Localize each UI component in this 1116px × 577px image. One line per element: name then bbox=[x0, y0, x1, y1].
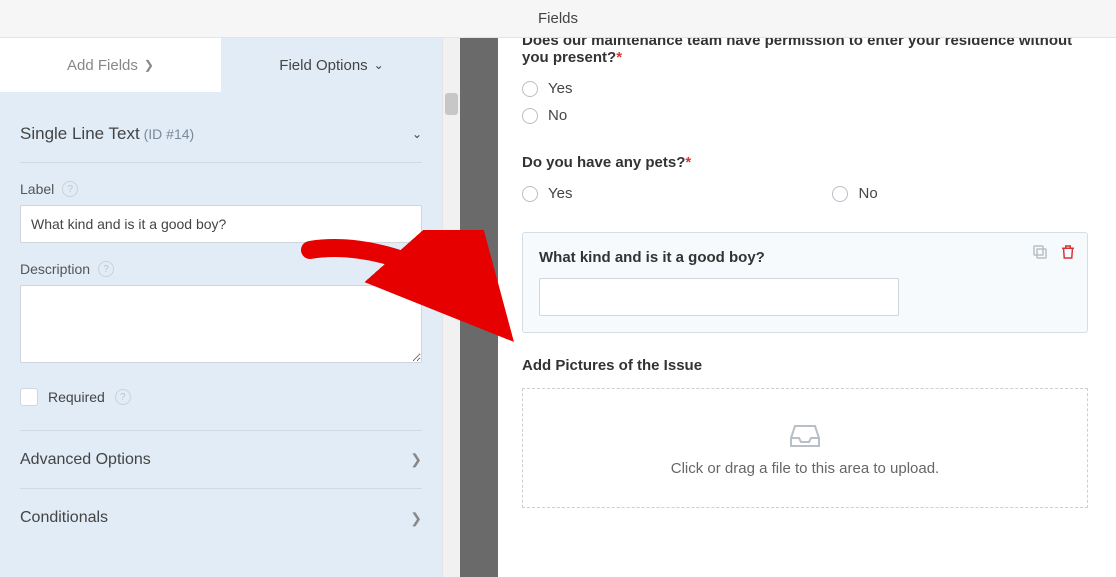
chevron-down-icon: ⌄ bbox=[374, 58, 384, 72]
selected-field-block[interactable]: What kind and is it a good boy? bbox=[522, 232, 1088, 333]
tab-add-fields[interactable]: Add Fields ❯ bbox=[0, 38, 221, 92]
chevron-right-icon: ❯ bbox=[144, 58, 154, 72]
help-icon[interactable]: ? bbox=[98, 261, 114, 277]
label-text: Label bbox=[20, 181, 54, 197]
pets-options: Yes No bbox=[522, 185, 1088, 202]
conditionals-row[interactable]: Conditionals ❯ bbox=[20, 489, 422, 547]
page-header: Fields bbox=[0, 0, 1116, 38]
field-type-header[interactable]: Single Line Text (ID #14) ⌄ bbox=[20, 110, 422, 163]
panel-divider bbox=[460, 38, 498, 577]
conditionals-label: Conditionals bbox=[20, 509, 108, 527]
page-title: Fields bbox=[538, 10, 578, 27]
radio-icon bbox=[522, 108, 538, 124]
radio-yes[interactable]: Yes bbox=[522, 185, 572, 202]
tab-field-options[interactable]: Field Options ⌄ bbox=[221, 38, 442, 92]
required-star: * bbox=[616, 49, 622, 66]
field-action-icons bbox=[1031, 243, 1077, 261]
radio-icon bbox=[522, 81, 538, 97]
duplicate-icon[interactable] bbox=[1031, 243, 1049, 261]
label-input[interactable] bbox=[20, 205, 422, 243]
radio-no[interactable]: No bbox=[522, 107, 1088, 124]
required-label: Required bbox=[48, 389, 105, 405]
radio-icon bbox=[832, 186, 848, 202]
scrollbar-thumb[interactable] bbox=[445, 93, 458, 115]
advanced-options-label: Advanced Options bbox=[20, 451, 151, 469]
question-pets: Do you have any pets?* bbox=[522, 154, 1088, 171]
left-scrollbar[interactable] bbox=[442, 38, 460, 577]
inbox-icon bbox=[787, 420, 823, 450]
required-checkbox[interactable] bbox=[20, 388, 38, 406]
chevron-right-icon: ❯ bbox=[410, 510, 422, 527]
description-row: Description ? bbox=[20, 261, 422, 277]
required-star: * bbox=[685, 154, 691, 171]
trash-icon[interactable] bbox=[1059, 243, 1077, 261]
description-input[interactable] bbox=[20, 285, 422, 363]
field-type-title: Single Line Text (ID #14) bbox=[20, 124, 194, 144]
required-row: Required ? bbox=[20, 366, 422, 431]
help-icon[interactable]: ? bbox=[115, 389, 131, 405]
radio-yes[interactable]: Yes bbox=[522, 80, 1088, 97]
main-layout: Add Fields ❯ Field Options ⌄ Single Line… bbox=[0, 38, 1116, 577]
chevron-right-icon: ❯ bbox=[410, 451, 422, 468]
chevron-down-icon: ⌄ bbox=[412, 127, 422, 141]
field-type-name: Single Line Text bbox=[20, 124, 140, 143]
dropzone-text: Click or drag a file to this area to upl… bbox=[671, 460, 939, 477]
left-panel: Add Fields ❯ Field Options ⌄ Single Line… bbox=[0, 38, 442, 577]
upload-label: Add Pictures of the Issue bbox=[522, 357, 1088, 374]
question-permission: Does our maintenance team have permissio… bbox=[522, 38, 1088, 66]
tab-add-fields-label: Add Fields bbox=[67, 57, 138, 74]
advanced-options-row[interactable]: Advanced Options ❯ bbox=[20, 431, 422, 489]
help-icon[interactable]: ? bbox=[62, 181, 78, 197]
radio-no[interactable]: No bbox=[832, 185, 877, 202]
field-options-body: Single Line Text (ID #14) ⌄ Label ? Desc… bbox=[0, 92, 442, 577]
permission-options: Yes No bbox=[522, 80, 1088, 124]
field-id: (ID #14) bbox=[144, 126, 195, 142]
radio-icon bbox=[522, 186, 538, 202]
selected-field-label: What kind and is it a good boy? bbox=[539, 249, 1071, 266]
selected-field-input[interactable] bbox=[539, 278, 899, 316]
form-preview: Does our maintenance team have permissio… bbox=[498, 38, 1116, 577]
file-dropzone[interactable]: Click or drag a file to this area to upl… bbox=[522, 388, 1088, 508]
description-text: Description bbox=[20, 261, 90, 277]
tab-field-options-label: Field Options bbox=[279, 57, 367, 74]
label-row: Label ? bbox=[20, 181, 422, 197]
panel-tabs: Add Fields ❯ Field Options ⌄ bbox=[0, 38, 442, 92]
